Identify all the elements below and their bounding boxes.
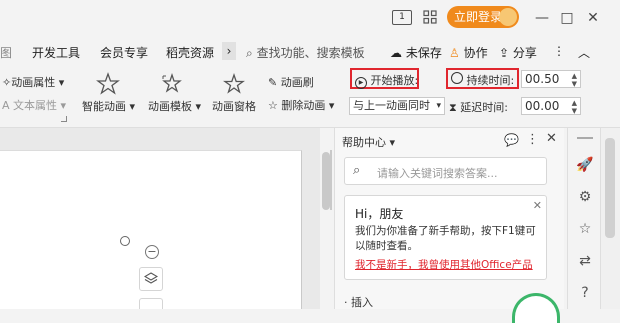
hourglass-icon: ⧗ [449,101,457,114]
avatar [499,8,517,26]
delay-label-row: ⧗ 延迟时间: [449,99,508,115]
title-bar [0,0,620,36]
duration-value: 00.50 [525,72,560,86]
help-question-icon[interactable]: ? [576,284,594,302]
help-title[interactable]: 帮助中心 ▾ [342,134,395,150]
help-message-line1: 我们为你准备了新手帮助，按下F1键可 [355,225,536,237]
share-label: 分享 [512,46,537,60]
delay-label: 延迟时间: [460,101,508,114]
chat-icon[interactable]: 💬 [504,133,519,147]
anim-template-label: 动画模板 [148,100,192,113]
unsaved-button[interactable]: ☁ 未保存 [390,44,442,61]
help-close-icon[interactable]: ✕ [546,131,557,146]
chevron-down-icon: ▾ [436,101,441,111]
drag-handle[interactable] [577,137,593,139]
animation-template-icon [160,72,184,96]
card-close-icon[interactable]: ✕ [533,199,542,212]
delete-star-icon: ☆ [268,99,278,112]
help-panel-divider [330,150,332,210]
welcome-card: Hi，朋友 ✕ 我们为你准备了新手帮助，按下F1键可 以随时查看。 我不是新手，… [344,195,547,280]
duration-input[interactable]: 00.50 ▲ ▼ [521,70,581,88]
delay-spinner[interactable]: ▲ ▼ [572,99,577,115]
search-placeholder: 查找功能、搜索模板 [256,46,365,60]
text-attr-label: 文本属性 [13,99,58,112]
zoom-out-icon[interactable]: − [145,245,159,259]
smart-animation-button[interactable]: 智能动画 ▾ [82,98,135,114]
anim-attr-button[interactable]: ✧动画属性 ▾ [2,74,64,90]
window-counter-icon[interactable]: 1 [392,10,412,25]
apps-grid-icon[interactable] [423,10,437,24]
start-play-select[interactable]: 与上一动画同时 ▾ [349,97,445,115]
slide-scrollbar[interactable] [322,152,330,210]
animation-template-button[interactable]: 动画模板 ▾ [148,98,201,114]
animation-brush-button[interactable]: ✎ 动画刷 [268,74,314,90]
play-icon: ▶ [355,77,367,89]
greeting: Hi，朋友 [355,207,404,221]
more-icon[interactable]: ⋮ [526,132,539,147]
dialog-launcher-icon[interactable] [61,116,67,122]
brush-icon: ✎ [268,76,278,89]
smart-anim-label: 智能动画 [82,100,126,113]
menu-item-devtools[interactable]: 开发工具 [32,44,80,61]
collapse-ribbon-icon[interactable]: ︿ [578,44,590,61]
menu-more-button[interactable]: › [222,42,236,60]
minimize-button[interactable]: — [532,8,552,28]
text-icon: A [2,99,10,112]
close-button[interactable]: ✕ [583,8,603,28]
help-title-label: 帮助中心 [342,136,386,149]
anim-brush-label: 动画刷 [280,76,314,89]
not-newbie-link[interactable]: 我不是新手，我曾使用其他Office产品 [355,257,533,272]
unsaved-label: 未保存 [405,46,442,60]
menu-item-member[interactable]: 会员专享 [100,44,148,61]
feature-search[interactable]: ⌕ 查找功能、搜索模板 [246,44,365,61]
collaborate-button[interactable]: ♙ 协作 [449,44,488,61]
start-play-label: 开始播放: [370,74,419,87]
layers-icon[interactable] [139,267,163,291]
start-play-label-box: ▶ 开始播放: [350,68,419,89]
floating-tool-button[interactable] [139,298,163,309]
help-search-placeholder: 请输入关键词搜索答案... [377,167,498,180]
main-scrollbar[interactable] [600,128,620,309]
help-section-insert[interactable]: · 插入 [344,294,373,310]
search-icon: ⌕ [246,46,253,60]
menu-item-daoke[interactable]: 稻壳资源 [166,44,214,61]
scroll-thumb[interactable] [605,138,615,238]
animation-pane-icon [222,72,246,96]
login-label: 立即登录 [454,10,503,24]
switch-icon[interactable]: ⇄ [576,252,594,270]
cloud-icon: ☁ [390,46,402,60]
help-search-input[interactable]: ⌕ 请输入关键词搜索答案... [344,157,547,185]
more-options-icon[interactable]: ⋮ [553,44,565,58]
delete-anim-label: 删除动画 [281,99,326,112]
duration-label-box: 持续时间: [446,68,519,89]
star-icon: ✧ [2,76,12,89]
anim-attr-label: 动画属性 [11,76,56,89]
animation-pane-button[interactable]: 动画窗格 [212,98,256,114]
selection-handle[interactable] [120,236,130,246]
share-icon: ⇪ [499,46,510,60]
share-button[interactable]: ⇪ 分享 [499,44,537,61]
delete-animation-button[interactable]: ☆ 删除动画 ▾ [268,97,334,113]
restore-button[interactable]: □ [557,8,577,28]
text-attr-button[interactable]: A 文本属性 ▾ [2,97,66,113]
rocket-icon[interactable]: 🚀 [576,156,594,174]
login-button[interactable]: 立即登录 [447,6,519,28]
delay-value: 00.00 [525,99,560,113]
user-icon: ♙ [449,46,460,60]
search-icon: ⌕ [353,163,361,178]
duration-label: 持续时间: [466,74,515,87]
delay-input[interactable]: 00.00 ▲ ▼ [521,97,581,115]
menu-item-cut-off[interactable]: 图 [0,44,12,61]
start-play-value: 与上一动画同时 [353,99,430,112]
settings-slider-icon[interactable]: ⚙ [576,188,594,206]
clock-icon [451,72,463,84]
help-message-line2: 以随时查看。 [355,240,418,252]
duration-spinner[interactable]: ▲ ▼ [572,72,577,88]
animation-star-icon[interactable]: ☆ [576,220,594,238]
collaborate-label: 协作 [463,46,488,60]
smart-animation-icon [96,72,120,96]
